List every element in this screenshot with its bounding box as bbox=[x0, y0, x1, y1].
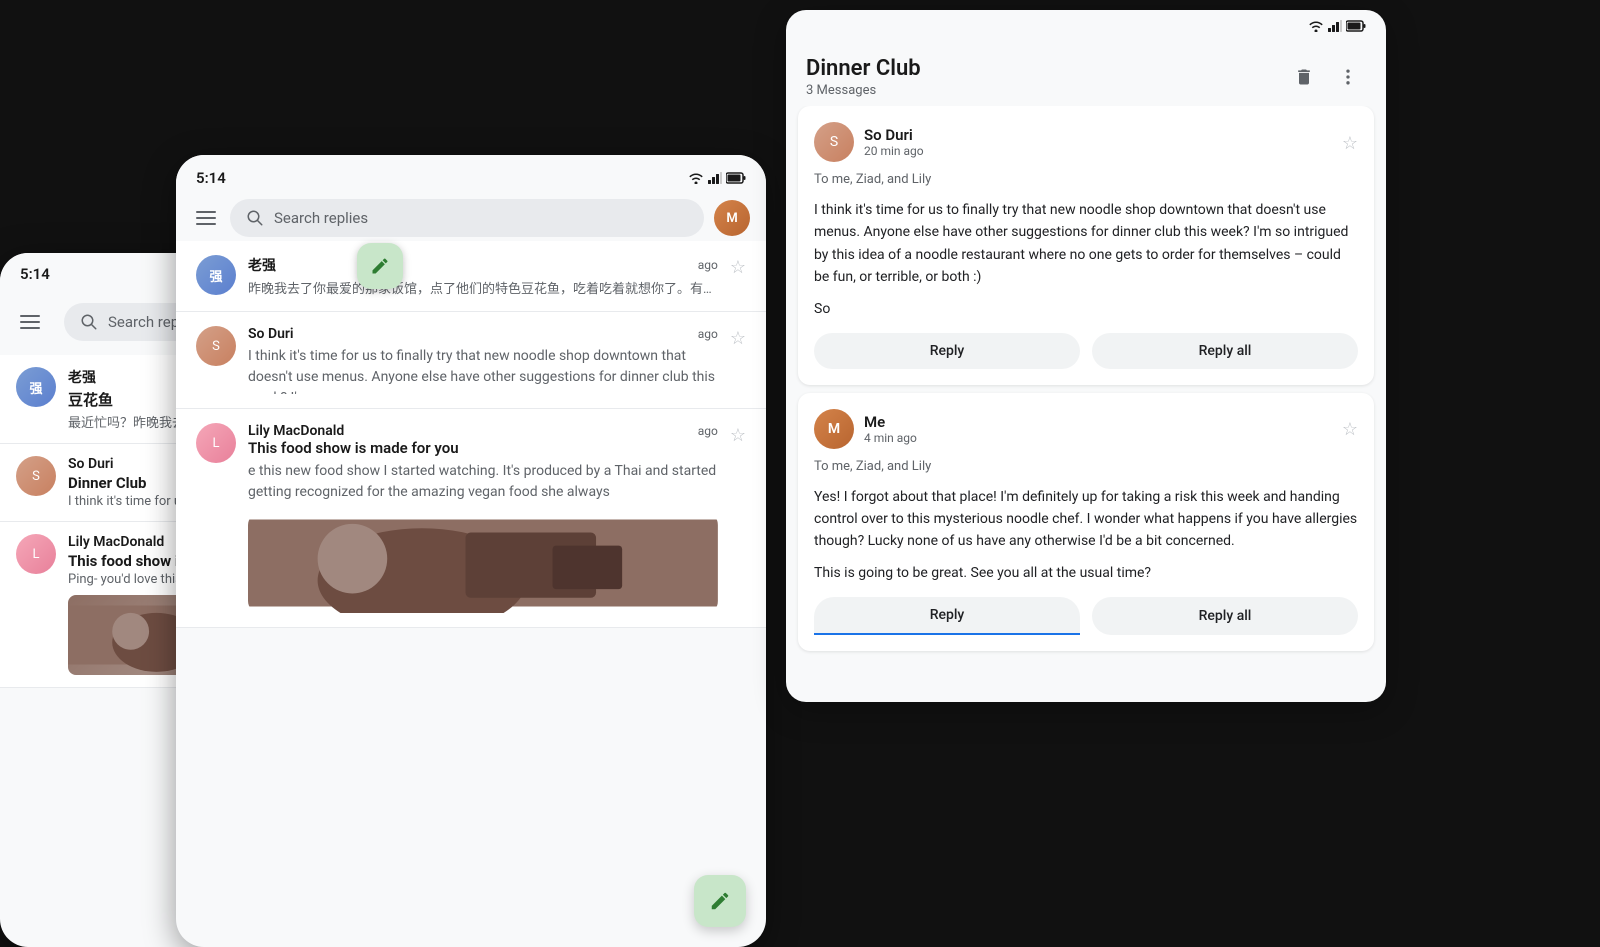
msg-sender-details-me: Me 4 min ago bbox=[864, 413, 917, 445]
tablet-message-list: 强 老强 ago 昨晚我去了你最爱的那家饭馆，点了他们的特色豆花鱼，吃着吃着就想… bbox=[176, 241, 766, 628]
desktop-panel: Dinner Club 3 Messages S So Duri 20 min … bbox=[786, 10, 1386, 702]
desktop-battery-icon bbox=[1346, 20, 1366, 32]
tablet-search-bar[interactable]: Search replies bbox=[230, 199, 704, 237]
tablet-subject-lily: This food show is made for you bbox=[248, 439, 718, 457]
desktop-status-bar bbox=[786, 10, 1386, 38]
menu-button[interactable] bbox=[16, 311, 44, 333]
message-card-soduri: S So Duri 20 min ago ☆ To me, Ziad, and … bbox=[798, 106, 1374, 385]
tablet-list-item-lily[interactable]: L Lily MacDonald ago This food show is m… bbox=[176, 409, 766, 628]
msg-sign-soduri: So bbox=[814, 301, 1358, 317]
tablet-avatar-laoqiang: 强 bbox=[196, 255, 236, 295]
tablet-content-soduri: So Duri ago I think it's time for us to … bbox=[248, 326, 718, 394]
tablet-content-laoqiang: 老强 ago 昨晚我去了你最爱的那家饭馆，点了他们的特色豆花鱼，吃着吃着就想你了… bbox=[248, 255, 718, 297]
tablet-menu-button[interactable] bbox=[192, 207, 220, 229]
tablet-user-avatar[interactable]: M bbox=[714, 200, 750, 236]
reply-all-button-me[interactable]: Reply all bbox=[1092, 597, 1358, 635]
avatar-lily: L bbox=[16, 534, 56, 574]
tablet-sender-laoqiang: 老强 bbox=[248, 255, 276, 275]
sender-name-laoqiang: 老强 bbox=[68, 367, 96, 387]
tablet-time-laoqiang: ago bbox=[698, 258, 718, 272]
msg-body2-me: This is going to be great. See you all a… bbox=[814, 565, 1358, 581]
reply-button-me[interactable]: Reply bbox=[814, 597, 1080, 635]
tablet-avatar-lily: L bbox=[196, 423, 236, 463]
search-icon bbox=[80, 313, 98, 331]
tablet-time-soduri: ago bbox=[698, 327, 718, 341]
tablet-sender-soduri: So Duri bbox=[248, 326, 294, 342]
tablet-search-placeholder: Search replies bbox=[274, 209, 688, 227]
phone1-time: 5:14 bbox=[20, 265, 50, 283]
tablet-list-item-laoqiang[interactable]: 强 老强 ago 昨晚我去了你最爱的那家饭馆，点了他们的特色豆花鱼，吃着吃着就想… bbox=[176, 241, 766, 312]
tablet-search-icon bbox=[246, 209, 264, 227]
tablet-signal-icon bbox=[708, 172, 722, 184]
msg-avatar-soduri: S bbox=[814, 122, 854, 162]
tablet-star-lily[interactable]: ☆ bbox=[730, 425, 746, 446]
trash-icon bbox=[1294, 67, 1314, 87]
reply-buttons-me: Reply Reply all bbox=[814, 597, 1358, 635]
tablet-star-soduri[interactable]: ☆ bbox=[730, 328, 746, 349]
tablet-status-icons bbox=[688, 172, 746, 184]
background-compose-fab[interactable] bbox=[357, 243, 403, 289]
msg-body-me: Yes! I forgot about that place! I'm defi… bbox=[814, 486, 1358, 553]
msg-avatar-me: M bbox=[814, 409, 854, 449]
desktop-action-buttons bbox=[1286, 59, 1366, 95]
tablet-header-soduri: So Duri ago bbox=[248, 326, 718, 342]
tablet-list-item-soduri[interactable]: S So Duri ago I think it's time for us t… bbox=[176, 312, 766, 409]
sender-name-lily: Lily MacDonald bbox=[68, 534, 164, 550]
reply-all-button-soduri[interactable]: Reply all bbox=[1092, 333, 1358, 369]
background-compose-icon bbox=[370, 256, 390, 276]
tablet-compose-fab[interactable] bbox=[694, 875, 746, 927]
reply-buttons-soduri: Reply Reply all bbox=[814, 333, 1358, 369]
messages-scroll-area[interactable]: S So Duri 20 min ago ☆ To me, Ziad, and … bbox=[786, 106, 1386, 702]
tablet-preview-laoqiang: 昨晚我去了你最爱的那家饭馆，点了他们的特色豆花鱼，吃着吃着就想你了。有空咱们视频… bbox=[248, 278, 718, 297]
tablet-mid: 5:14 Search replies M 强 老强 ago bbox=[176, 155, 766, 947]
more-icon bbox=[1338, 67, 1358, 87]
msg-sender-details-soduri: So Duri 20 min ago bbox=[864, 126, 924, 158]
thread-title: Dinner Club bbox=[806, 56, 921, 81]
trash-button[interactable] bbox=[1286, 59, 1322, 95]
msg-sender-name-soduri: So Duri bbox=[864, 126, 924, 144]
msg-sender-time-me: 4 min ago bbox=[864, 431, 917, 445]
tablet-status-bar: 5:14 bbox=[176, 155, 766, 195]
tablet-content-lily: Lily MacDonald ago This food show is mad… bbox=[248, 423, 718, 613]
msg-sender-info-me: M Me 4 min ago bbox=[814, 409, 917, 449]
tablet-preview-lily: e this new food show I started watching.… bbox=[248, 461, 718, 503]
thread-count: 3 Messages bbox=[806, 83, 921, 98]
msg-to-me: To me, Ziad, and Lily bbox=[814, 459, 1358, 474]
avatar-soduri: S bbox=[16, 456, 56, 496]
desktop-thread-header: Dinner Club 3 Messages bbox=[786, 38, 1386, 106]
msg-star-me[interactable]: ☆ bbox=[1342, 419, 1358, 440]
avatar-laoqiang: 强 bbox=[16, 367, 56, 407]
tablet-preview-soduri: I think it's time for us to finally try … bbox=[248, 346, 718, 394]
msg-to-soduri: To me, Ziad, and Lily bbox=[814, 172, 1358, 187]
tablet-time-lily: ago bbox=[698, 424, 718, 438]
tablet-wifi-icon bbox=[688, 172, 704, 184]
tablet-compose-icon bbox=[709, 890, 731, 912]
reply-button-soduri[interactable]: Reply bbox=[814, 333, 1080, 369]
tablet-battery-icon bbox=[726, 172, 746, 184]
thread-info: Dinner Club 3 Messages bbox=[806, 56, 921, 98]
tablet-header-lily: Lily MacDonald ago bbox=[248, 423, 718, 439]
msg-body-soduri: I think it's time for us to finally try … bbox=[814, 199, 1358, 289]
sender-name-soduri: So Duri bbox=[68, 456, 114, 472]
tablet-thumbnail-lily bbox=[248, 513, 718, 613]
msg-star-soduri[interactable]: ☆ bbox=[1342, 133, 1358, 154]
tablet-star-laoqiang[interactable]: ☆ bbox=[730, 257, 746, 278]
msg-sender-name-me: Me bbox=[864, 413, 917, 431]
desktop-signal-icon bbox=[1328, 20, 1342, 32]
msg-sender-info-soduri: S So Duri 20 min ago bbox=[814, 122, 924, 162]
tablet-avatar-soduri: S bbox=[196, 326, 236, 366]
tablet-time: 5:14 bbox=[196, 169, 226, 187]
msg-sender-time-soduri: 20 min ago bbox=[864, 144, 924, 158]
msg-header-soduri: S So Duri 20 min ago ☆ bbox=[814, 122, 1358, 162]
tablet-topbar: Search replies M bbox=[176, 195, 766, 241]
tablet-header-laoqiang: 老强 ago bbox=[248, 255, 718, 275]
desktop-status-icons bbox=[1308, 20, 1366, 32]
more-button[interactable] bbox=[1330, 59, 1366, 95]
tablet-sender-lily: Lily MacDonald bbox=[248, 423, 344, 439]
message-card-me: M Me 4 min ago ☆ To me, Ziad, and Lily Y… bbox=[798, 393, 1374, 651]
msg-header-me: M Me 4 min ago ☆ bbox=[814, 409, 1358, 449]
desktop-wifi-icon bbox=[1308, 20, 1324, 32]
